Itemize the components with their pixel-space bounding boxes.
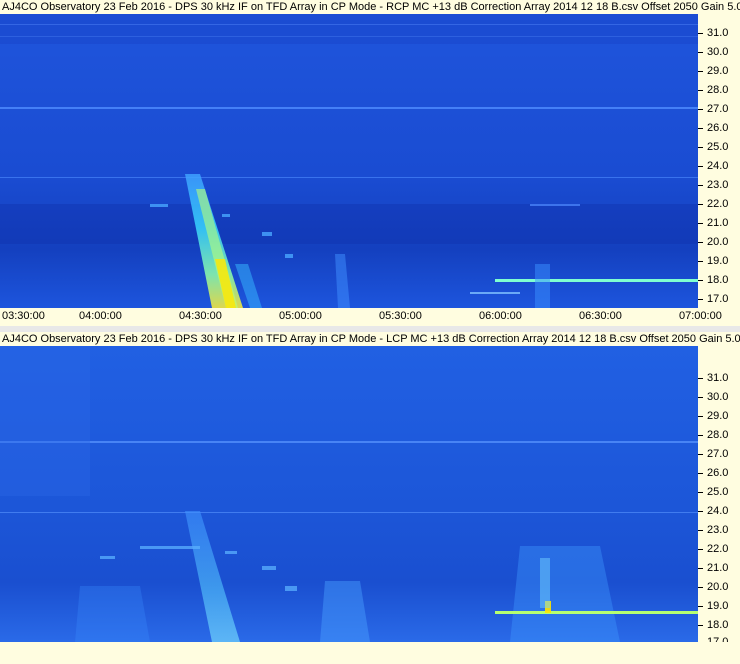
- time-tick: 05:00:00: [279, 310, 322, 322]
- freq-tick: 22.0: [698, 198, 728, 210]
- freq-tick: 24.0: [698, 505, 728, 517]
- freq-tick: 31.0: [698, 372, 728, 384]
- freq-tick: 26.0: [698, 467, 728, 479]
- freq-tick: 17.0: [698, 293, 728, 305]
- freq-tick: 20.0: [698, 581, 728, 593]
- rcp-spectrogram-plot: [0, 14, 698, 308]
- freq-tick: 25.0: [698, 141, 728, 153]
- freq-tick: 26.0: [698, 122, 728, 134]
- lcp-spectrogram-plot: [0, 346, 698, 642]
- rcp-frequency-axis: 31.0 30.0 29.0 28.0 27.0 26.0 25.0 24.0 …: [698, 14, 740, 308]
- freq-tick: 29.0: [698, 410, 728, 422]
- freq-tick: 21.0: [698, 217, 728, 229]
- time-tick: 06:00:00: [479, 310, 522, 322]
- time-tick: 05:30:00: [379, 310, 422, 322]
- lcp-frequency-axis: 31.0 30.0 29.0 28.0 27.0 26.0 25.0 24.0 …: [698, 346, 740, 648]
- time-tick: 04:00:00: [79, 310, 122, 322]
- freq-tick: 27.0: [698, 103, 728, 115]
- freq-tick: 21.0: [698, 562, 728, 574]
- freq-tick: 25.0: [698, 486, 728, 498]
- time-tick: 07:00:00: [679, 310, 722, 322]
- freq-tick: 18.0: [698, 619, 728, 631]
- freq-tick: 23.0: [698, 179, 728, 191]
- time-tick: 06:30:00: [579, 310, 622, 322]
- freq-tick: 27.0: [698, 448, 728, 460]
- rcp-spectrogram-image: [0, 14, 698, 308]
- freq-tick: 24.0: [698, 160, 728, 172]
- lcp-title: AJ4CO Observatory 23 Feb 2016 - DPS 30 k…: [0, 332, 740, 346]
- freq-tick: 23.0: [698, 524, 728, 536]
- time-tick: 04:30:00: [179, 310, 222, 322]
- freq-tick: 28.0: [698, 84, 728, 96]
- freq-tick: 19.0: [698, 600, 728, 612]
- freq-tick: 22.0: [698, 543, 728, 555]
- freq-tick: 30.0: [698, 391, 728, 403]
- freq-tick: 28.0: [698, 429, 728, 441]
- time-tick: 03:30:00: [2, 310, 45, 322]
- lcp-spectrogram-image: [0, 346, 698, 642]
- lcp-spectrogram-panel: AJ4CO Observatory 23 Feb 2016 - DPS 30 k…: [0, 332, 740, 664]
- rcp-spectrogram-panel: AJ4CO Observatory 23 Feb 2016 - DPS 30 k…: [0, 0, 740, 330]
- freq-tick: 29.0: [698, 65, 728, 77]
- rcp-time-axis: 03:30:00 04:00:00 04:30:00 05:00:00 05:3…: [0, 308, 740, 324]
- rcp-title: AJ4CO Observatory 23 Feb 2016 - DPS 30 k…: [0, 0, 740, 14]
- freq-tick: 31.0: [698, 27, 728, 39]
- freq-tick: 30.0: [698, 46, 728, 58]
- lcp-time-axis: [0, 642, 740, 658]
- freq-tick: 20.0: [698, 236, 728, 248]
- freq-tick: 19.0: [698, 255, 728, 267]
- freq-tick: 18.0: [698, 274, 728, 286]
